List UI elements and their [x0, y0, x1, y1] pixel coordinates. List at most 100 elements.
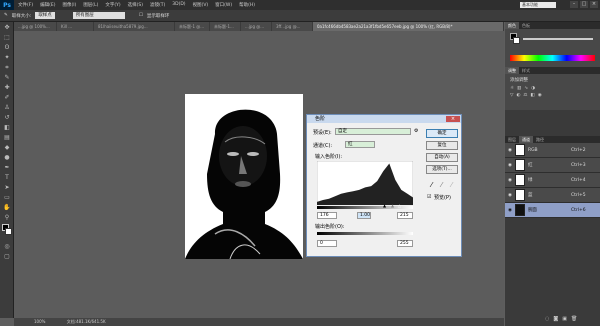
input-white-field[interactable]: 215 — [397, 212, 413, 219]
quick-select-tool-icon[interactable]: ✦ — [2, 53, 12, 62]
tab-doc-6[interactable]: ...jpg @... — [241, 22, 271, 31]
tab-doc-2[interactable]: Kill ... — [57, 22, 93, 31]
balance-icon[interactable]: ⚖ — [523, 93, 527, 98]
levels-icon[interactable]: ▥ — [517, 86, 521, 91]
channel-row[interactable]: ◉ RGB Ctrl+2 — [505, 143, 600, 158]
gamma-slider-icon[interactable]: ▲ — [391, 203, 394, 208]
tab-active-doc[interactable]: 0a1fc466db4583ae2a21a3f1fbd5e657eeb.jpg … — [313, 22, 503, 31]
menu-file[interactable]: 文件(F) — [18, 2, 33, 8]
photo-filter-icon[interactable]: ◉ — [538, 93, 542, 98]
menu-image[interactable]: 图像(I) — [62, 2, 76, 8]
tab-adjustments[interactable]: 调整 — [505, 67, 519, 74]
tab-doc-1[interactable]: ...jpg @ 100%... — [14, 22, 56, 31]
bw-icon[interactable]: ◧ — [530, 93, 534, 98]
ok-button[interactable]: 确定 — [426, 129, 458, 138]
eraser-tool-icon[interactable]: ◧ — [2, 123, 12, 132]
maximize-icon[interactable]: □ — [580, 1, 588, 8]
exposure-icon[interactable]: ◑ — [531, 86, 535, 91]
crop-tool-icon[interactable]: ⌗ — [2, 63, 12, 72]
eyedropper-tool-icon[interactable]: ✎ — [2, 73, 12, 82]
save-selection-icon[interactable]: ◙ — [553, 316, 558, 322]
eye-icon[interactable]: ◉ — [508, 208, 512, 213]
minimize-icon[interactable]: – — [570, 1, 578, 8]
menu-3d[interactable]: 3D(D) — [172, 2, 185, 8]
curves-icon[interactable]: ∿ — [524, 86, 528, 91]
quick-mask-icon[interactable]: ◎ — [2, 242, 12, 251]
tab-swatches[interactable]: 色板 — [519, 22, 533, 29]
tab-doc-5[interactable]: 未标题-1... — [210, 22, 240, 31]
tab-doc-7[interactable]: 3ff...jpg @... — [272, 22, 312, 31]
tab-color[interactable]: 颜色 — [505, 22, 519, 29]
channel-row[interactable]: ◉ 蓝 Ctrl+5 — [505, 188, 600, 203]
marquee-tool-icon[interactable]: ⬚ — [2, 33, 12, 42]
preset-gear-icon[interactable]: ⚙ — [414, 128, 418, 134]
auto-button[interactable]: 自动(A) — [426, 153, 458, 162]
workspace-switcher[interactable]: 基本功能 — [520, 2, 556, 8]
output-black-field[interactable]: 0 — [317, 240, 337, 247]
tab-channels[interactable]: 通道 — [519, 136, 533, 143]
tab-layers[interactable]: 图层 — [505, 136, 519, 143]
type-tool-icon[interactable]: T — [2, 173, 12, 182]
menu-view[interactable]: 视图(V) — [193, 2, 209, 8]
output-white-field[interactable]: 255 — [397, 240, 413, 247]
tab-doc-3[interactable]: 81lhaiiseuitha5879.jpg... — [94, 22, 174, 31]
white-point-slider-icon[interactable]: △ — [398, 203, 401, 208]
menu-help[interactable]: 帮助(H) — [239, 2, 255, 8]
menu-filter[interactable]: 滤镜(T) — [150, 2, 165, 8]
gradient-tool-icon[interactable]: ▤ — [2, 133, 12, 142]
hue-icon[interactable]: ◐ — [516, 93, 520, 98]
black-eyedropper-icon[interactable]: ⁄ — [431, 181, 432, 189]
white-eyedropper-icon[interactable]: ⁄ — [451, 181, 452, 189]
brush-tool-icon[interactable]: ✐ — [2, 93, 12, 102]
history-brush-icon[interactable]: ↺ — [2, 113, 12, 122]
eye-icon[interactable]: ◉ — [508, 193, 512, 198]
menu-select[interactable]: 选择(S) — [128, 2, 143, 8]
new-channel-icon[interactable]: ▣ — [562, 316, 567, 322]
eye-icon[interactable]: ◉ — [508, 178, 512, 183]
close-icon[interactable]: × — [590, 1, 598, 8]
path-select-tool-icon[interactable]: ➤ — [2, 183, 12, 192]
input-black-field[interactable]: 176 — [317, 212, 337, 219]
menu-edit[interactable]: 编辑(E) — [40, 2, 55, 8]
lasso-tool-icon[interactable]: ʘ — [2, 43, 12, 52]
screen-mode-icon[interactable]: ▢ — [2, 252, 12, 261]
channel-row[interactable]: ◉ 绿 Ctrl+4 — [505, 173, 600, 188]
tab-doc-4[interactable]: 未标题-1 @... — [175, 22, 209, 31]
document-image[interactable] — [185, 94, 303, 259]
background-color[interactable] — [513, 37, 520, 44]
tab-paths[interactable]: 路径 — [533, 136, 547, 143]
close-icon[interactable]: × — [446, 116, 460, 122]
input-gamma-field[interactable]: 1.00 — [357, 212, 371, 219]
channel-row[interactable]: ◉ 红 Ctrl+3 — [505, 158, 600, 173]
eye-icon[interactable]: ◉ — [508, 148, 512, 153]
color-swatches[interactable] — [2, 224, 12, 240]
sample-size-select[interactable]: 取样点 — [35, 12, 55, 19]
menu-window[interactable]: 窗口(W) — [215, 2, 232, 8]
shape-tool-icon[interactable]: ▭ — [2, 193, 12, 202]
options-button[interactable]: 选项(T)... — [426, 165, 458, 174]
color-slider[interactable] — [523, 38, 593, 40]
show-ring-checkbox[interactable]: ☐ — [139, 13, 143, 18]
eye-icon[interactable]: ◉ — [508, 163, 512, 168]
stamp-tool-icon[interactable]: ♙ — [2, 103, 12, 112]
sample-layers-select[interactable]: 所有图层 — [72, 12, 125, 19]
menu-layer[interactable]: 图层(L) — [83, 2, 98, 8]
menu-type[interactable]: 文字(Y) — [105, 2, 120, 8]
reset-button[interactable]: 复位 — [426, 141, 458, 150]
vibrance-icon[interactable]: ▽ — [510, 93, 513, 98]
color-ramp[interactable] — [510, 55, 595, 61]
channel-row-selected[interactable]: ◉ 腕面 Ctrl+6 — [505, 203, 600, 218]
preview-checkbox[interactable]: ☑ — [427, 194, 431, 200]
hand-tool-icon[interactable]: ✋ — [2, 203, 12, 212]
pen-tool-icon[interactable]: ✒ — [2, 163, 12, 172]
preset-select[interactable]: 自定 — [335, 128, 411, 135]
healing-tool-icon[interactable]: ✚ — [2, 83, 12, 92]
brightness-icon[interactable]: ☼ — [510, 86, 514, 91]
channel-select[interactable]: 红 — [345, 141, 375, 148]
dodge-tool-icon[interactable]: ● — [2, 153, 12, 162]
gray-eyedropper-icon[interactable]: ⁄ — [441, 181, 442, 189]
zoom-tool-icon[interactable]: ⚲ — [2, 213, 12, 222]
load-selection-icon[interactable]: ◌ — [545, 316, 549, 322]
eyedropper-icon[interactable]: ✎ — [4, 13, 8, 18]
move-tool-icon[interactable]: ✥ — [2, 23, 12, 32]
